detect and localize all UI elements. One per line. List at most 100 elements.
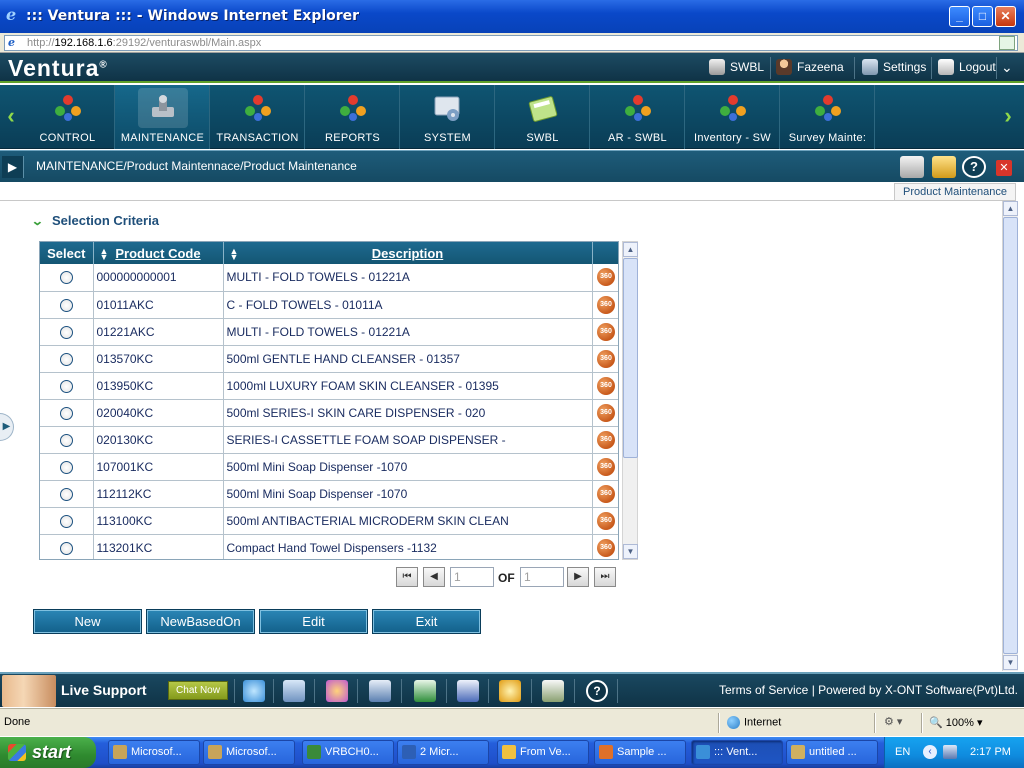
view-360-icon[interactable]: 360 xyxy=(597,376,615,395)
word-icon[interactable] xyxy=(457,680,479,702)
table-row[interactable]: 020130KC SERIES-I CASSETTLE FOAM SOAP DIS… xyxy=(40,426,618,454)
table-row[interactable]: 113100KC 500ml ANTIBACTERIAL MICRODERM SK… xyxy=(40,507,618,535)
language-indicator[interactable]: EN xyxy=(895,746,910,758)
taskbar-button[interactable]: ::: Vent... xyxy=(691,740,783,765)
flower-shortcut-icon[interactable] xyxy=(326,680,348,702)
flash-icon[interactable] xyxy=(499,680,521,702)
exit-button[interactable]: Exit xyxy=(372,609,481,634)
network-shortcut-icon[interactable] xyxy=(369,680,391,702)
help-icon[interactable]: ? xyxy=(586,680,608,702)
view-360-icon[interactable]: 360 xyxy=(597,511,615,530)
view-360-icon[interactable]: 360 xyxy=(597,457,615,476)
row-select-radio[interactable] xyxy=(59,379,73,393)
module-swbl[interactable]: SWBL xyxy=(495,85,590,149)
next-page-button[interactable]: ▶ xyxy=(567,567,589,587)
scroll-down-icon[interactable]: ▼ xyxy=(623,544,638,559)
new-based-on-button[interactable]: NewBasedOn xyxy=(146,609,255,634)
minimize-button[interactable]: _ xyxy=(949,6,970,27)
user-link[interactable]: Fazeena xyxy=(776,59,844,77)
row-select-radio[interactable] xyxy=(59,298,73,312)
previous-page-button[interactable]: ◀ xyxy=(423,567,445,587)
row-select-radio[interactable] xyxy=(59,406,73,420)
taskbar-button[interactable]: From Ve... xyxy=(497,740,589,765)
chat-now-button[interactable]: Chat Now xyxy=(168,681,228,700)
row-select-radio[interactable] xyxy=(59,541,73,555)
collapse-header-icon[interactable]: ⌄ xyxy=(1001,59,1013,77)
export-icon[interactable] xyxy=(932,156,956,178)
grid-scroll-thumb[interactable] xyxy=(623,258,638,458)
close-icon[interactable]: ✕ xyxy=(996,160,1012,176)
start-button[interactable]: start xyxy=(0,737,96,768)
first-page-button[interactable]: ⏮ xyxy=(396,567,418,587)
sort-icon[interactable]: ▲ ▼ xyxy=(230,247,239,262)
taskbar-button[interactable]: Microsof... xyxy=(108,740,200,765)
module-maintenance[interactable]: MAINTENANCE xyxy=(115,85,210,149)
print-icon[interactable] xyxy=(900,156,924,178)
company-link[interactable]: SWBL xyxy=(709,59,764,77)
module-survey-maintenance[interactable]: Survey Mainte: xyxy=(780,85,875,149)
table-row[interactable]: 112112KC 500ml Mini Soap Dispenser -1070 3… xyxy=(40,480,618,508)
menu-toggle-icon[interactable]: ▶ xyxy=(2,156,24,178)
last-page-button[interactable]: ⏭ xyxy=(594,567,616,587)
excel-icon[interactable] xyxy=(414,680,436,702)
url-field[interactable]: e http://192.168.1.6:29192/venturaswbl/M… xyxy=(4,35,1018,51)
help-icon[interactable]: ? xyxy=(962,156,986,178)
row-select-radio[interactable] xyxy=(59,514,73,528)
view-360-icon[interactable]: 360 xyxy=(597,538,615,557)
maximize-button[interactable]: □ xyxy=(972,6,993,27)
taskbar-button[interactable]: 2 Micr... xyxy=(397,740,489,765)
table-row[interactable]: 01011AKC C - FOLD TOWELS - 01011A 360 xyxy=(40,291,618,319)
module-reports[interactable]: REPORTS xyxy=(305,85,400,149)
tools-shortcut-icon[interactable] xyxy=(283,680,305,702)
side-panel-toggle-icon[interactable]: ▶ xyxy=(0,413,14,441)
module-inventory-sw[interactable]: Inventory - SW xyxy=(685,85,780,149)
logout-link[interactable]: Logout xyxy=(938,59,996,77)
row-select-radio[interactable] xyxy=(59,433,73,447)
view-360-icon[interactable]: 360 xyxy=(597,403,615,422)
tab-product-maintenance[interactable]: Product Maintenance xyxy=(894,183,1016,201)
scroll-left-icon[interactable]: ‹ xyxy=(2,99,20,133)
view-360-icon[interactable]: 360 xyxy=(597,322,615,341)
edit-button[interactable]: Edit xyxy=(259,609,368,634)
table-row[interactable]: 107001KC 500ml Mini Soap Dispenser -1070 3… xyxy=(40,453,618,481)
table-row[interactable]: 113201KC Compact Hand Towel Dispensers -1… xyxy=(40,534,618,559)
table-row[interactable]: 013570KC 500ml GENTLE HAND CLEANSER - 013… xyxy=(40,345,618,373)
taskbar-button[interactable]: untitled ... xyxy=(786,740,878,765)
description-column-header[interactable]: ▲ ▼ Description xyxy=(223,242,593,264)
protected-mode-icon[interactable]: ⚙ ▾ xyxy=(884,715,902,728)
table-row[interactable]: 000000000001 MULTI - FOLD TOWELS - 01221A… xyxy=(40,264,618,292)
page-scrollbar[interactable]: ▲ ▼ xyxy=(1002,201,1018,671)
new-button[interactable]: New xyxy=(33,609,142,634)
scroll-up-icon[interactable]: ▲ xyxy=(623,242,638,257)
row-select-radio[interactable] xyxy=(59,487,73,501)
tray-arrow-icon[interactable]: ‹ xyxy=(923,745,937,759)
view-360-icon[interactable]: 360 xyxy=(597,484,615,503)
ie-shortcut-icon[interactable] xyxy=(243,680,265,702)
module-ar-swbl[interactable]: AR - SWBL xyxy=(590,85,685,149)
settings-link[interactable]: Settings xyxy=(862,59,926,77)
module-control[interactable]: CONTROL xyxy=(20,85,115,149)
table-row[interactable]: 013950KC 1000ml LUXURY FOAM SKIN CLEANSER… xyxy=(40,372,618,400)
taskbar-button[interactable]: Microsof... xyxy=(203,740,295,765)
view-360-icon[interactable]: 360 xyxy=(597,268,615,287)
close-window-button[interactable]: ✕ xyxy=(995,6,1016,27)
module-transaction[interactable]: TRANSACTION xyxy=(210,85,305,149)
page-scroll-thumb[interactable] xyxy=(1003,217,1018,654)
selection-criteria-toggle[interactable]: ⌄ Selection Criteria xyxy=(31,213,159,228)
footer-links[interactable]: Terms of Service | Powered by X-ONT Soft… xyxy=(719,683,1018,697)
scroll-up-icon[interactable]: ▲ xyxy=(1003,201,1018,216)
view-360-icon[interactable]: 360 xyxy=(597,349,615,368)
table-row[interactable]: 01221AKC MULTI - FOLD TOWELS - 01221A 360 xyxy=(40,318,618,346)
scroll-right-icon[interactable]: › xyxy=(999,99,1017,133)
current-page-input[interactable] xyxy=(450,567,494,587)
taskbar-button[interactable]: VRBCH0... xyxy=(302,740,394,765)
product-code-column-header[interactable]: ▲ ▼ Product Code xyxy=(93,242,224,264)
scroll-down-icon[interactable]: ▼ xyxy=(1003,655,1018,670)
network-icon[interactable] xyxy=(943,745,957,759)
table-row[interactable]: 020040KC 500ml SERIES-I SKIN CARE DISPENS… xyxy=(40,399,618,427)
view-360-icon[interactable]: 360 xyxy=(597,295,615,314)
calendar-icon[interactable] xyxy=(542,680,564,702)
sort-icon[interactable]: ▲ ▼ xyxy=(100,247,109,262)
taskbar-button[interactable]: Sample ... xyxy=(594,740,686,765)
view-360-icon[interactable]: 360 xyxy=(597,430,615,449)
